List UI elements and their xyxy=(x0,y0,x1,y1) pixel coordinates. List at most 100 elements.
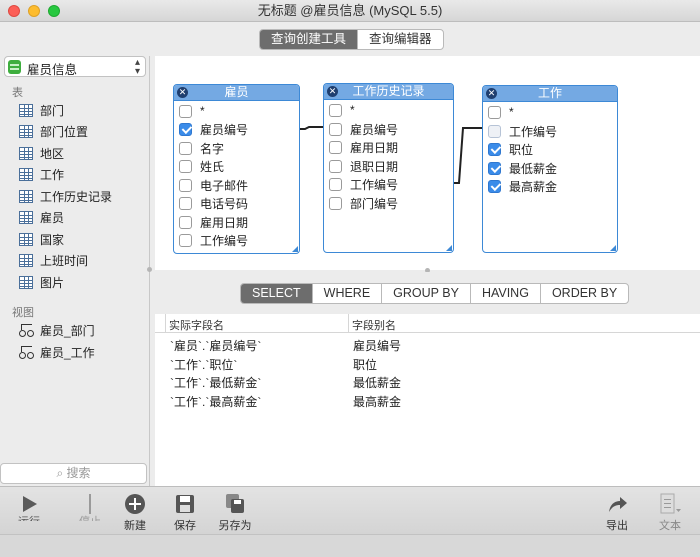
table-header[interactable]: ✕ 工作 xyxy=(483,86,617,102)
table-field[interactable]: 雇用日期 xyxy=(179,213,248,231)
field-checkbox[interactable] xyxy=(329,140,342,154)
table-field[interactable]: * xyxy=(488,103,514,121)
database-name: 雇员信息 xyxy=(27,63,78,77)
table-field[interactable]: 工作编号 xyxy=(179,231,248,249)
table-field[interactable]: 工作编号 xyxy=(329,175,398,193)
table-cell-alias[interactable]: 最低薪金 xyxy=(353,374,401,391)
query-diagram-canvas[interactable]: ✕ 雇员 * 雇员编号 名字 姓氏 电子邮件 电话号码 雇用日期 工作编号 ✕ 工作… xyxy=(155,56,700,270)
table-field[interactable]: 雇员编号 xyxy=(179,120,248,138)
table-cell-field[interactable]: `工作`.`最低薪金` xyxy=(170,374,261,391)
field-checkbox[interactable] xyxy=(329,196,342,210)
join-line-employee-history[interactable] xyxy=(299,126,323,130)
table-cell-field[interactable]: `雇员`.`雇员编号` xyxy=(170,337,261,354)
table-header[interactable]: ✕ 雇员 xyxy=(174,85,299,101)
sidebar-search-input[interactable]: ⌕ 搜索 xyxy=(0,463,147,484)
diagram-table-job-history[interactable]: ✕ 工作历史记录 * 雇员编号 雇用日期 退职日期 工作编号 部门编号 xyxy=(323,83,454,253)
field-checkbox[interactable] xyxy=(329,122,342,136)
table-header[interactable]: ✕ 工作历史记录 xyxy=(324,84,453,100)
table-cell-field[interactable]: `工作`.`最高薪金` xyxy=(170,393,261,410)
tab-group-by[interactable]: GROUP BY xyxy=(381,284,470,303)
table-field[interactable]: 最低薪金 xyxy=(488,159,557,177)
close-window-button[interactable] xyxy=(8,5,20,17)
field-checkbox[interactable] xyxy=(179,159,192,173)
sidebar-item-table[interactable]: 部门位置 xyxy=(19,121,88,141)
table-header-row: 实际字段名 字段别名 xyxy=(155,314,700,333)
field-checkbox[interactable] xyxy=(179,141,192,155)
tab-query-builder[interactable]: 查询创建工具 xyxy=(260,30,358,49)
sidebar-item-table[interactable]: 工作历史记录 xyxy=(19,186,112,206)
sidebar-item-view[interactable]: 雇员_部门 xyxy=(19,320,95,340)
stop-button[interactable]: 停止 xyxy=(78,491,102,521)
save-as-button[interactable]: 另存为 xyxy=(214,491,256,533)
join-line-history-job[interactable] xyxy=(453,127,482,184)
field-checkbox[interactable] xyxy=(488,124,501,138)
field-checkbox[interactable] xyxy=(329,103,342,117)
field-checkbox[interactable] xyxy=(179,178,192,192)
sidebar-item-table[interactable]: 图片 xyxy=(19,272,64,292)
new-button[interactable]: 新建 xyxy=(118,491,152,533)
field-checkbox[interactable] xyxy=(488,179,501,193)
table-field[interactable]: 电子邮件 xyxy=(179,176,248,194)
field-checkbox[interactable] xyxy=(179,104,192,118)
table-field[interactable]: 姓氏 xyxy=(179,157,224,175)
table-cell-alias[interactable]: 最高薪金 xyxy=(353,393,401,410)
field-checkbox[interactable] xyxy=(179,196,192,210)
table-field[interactable]: 名字 xyxy=(179,139,224,157)
table-field[interactable]: 职位 xyxy=(488,140,533,158)
diagram-table-employee[interactable]: ✕ 雇员 * 雇员编号 名字 姓氏 电子邮件 电话号码 雇用日期 工作编号 xyxy=(173,84,300,254)
field-checkbox[interactable] xyxy=(488,105,501,119)
field-checkbox[interactable] xyxy=(179,233,192,247)
table-cell-alias[interactable]: 职位 xyxy=(353,356,377,373)
resize-handle[interactable] xyxy=(446,245,452,251)
select-fields-table[interactable]: 实际字段名 字段别名 `雇员`.`雇员编号` 雇员编号 `工作`.`职位` 职位… xyxy=(155,314,700,486)
sidebar-item-view[interactable]: 雇员_工作 xyxy=(19,342,95,362)
sidebar-item-table[interactable]: 国家 xyxy=(19,229,64,249)
tab-having[interactable]: HAVING xyxy=(469,284,540,303)
database-selector[interactable]: 雇员信息 ▴ ▾ xyxy=(4,56,146,77)
minimize-window-button[interactable] xyxy=(28,5,40,17)
table-field[interactable]: 退职日期 xyxy=(329,157,398,175)
text-format-button[interactable]: 文本 xyxy=(652,491,688,533)
sidebar-item-table[interactable]: 工作 xyxy=(19,164,64,184)
field-checkbox[interactable] xyxy=(179,122,192,136)
table-field[interactable]: * xyxy=(329,101,355,119)
field-checkbox[interactable] xyxy=(488,161,501,175)
field-checkbox[interactable] xyxy=(329,177,342,191)
close-table-icon[interactable]: ✕ xyxy=(486,88,497,99)
close-table-icon[interactable]: ✕ xyxy=(177,87,188,98)
column-header-alias[interactable]: 字段别名 xyxy=(352,317,396,333)
table-cell-field[interactable]: `工作`.`职位` xyxy=(170,356,237,373)
zoom-window-button[interactable] xyxy=(48,5,60,17)
column-divider xyxy=(165,314,166,333)
table-field[interactable]: * xyxy=(179,102,205,120)
table-field[interactable]: 雇用日期 xyxy=(329,138,398,156)
resize-handle[interactable] xyxy=(292,246,298,252)
close-table-icon[interactable]: ✕ xyxy=(327,86,338,97)
sidebar-item-table[interactable]: 雇员 xyxy=(19,207,64,227)
sidebar-item-table[interactable]: 地区 xyxy=(19,143,64,163)
resize-handle[interactable] xyxy=(610,245,616,251)
export-arrow-icon xyxy=(600,491,634,517)
tab-order-by[interactable]: ORDER BY xyxy=(539,284,628,303)
window-title: 无标题 @雇员信息 (MySQL 5.5) xyxy=(257,3,443,18)
field-checkbox[interactable] xyxy=(488,142,501,156)
field-checkbox[interactable] xyxy=(179,215,192,229)
table-field[interactable]: 电话号码 xyxy=(179,194,248,212)
tab-query-editor[interactable]: 查询编辑器 xyxy=(357,30,443,49)
column-divider[interactable] xyxy=(348,314,349,333)
table-field[interactable]: 工作编号 xyxy=(488,122,557,140)
run-button[interactable]: 运行 xyxy=(12,491,46,521)
sidebar-item-table[interactable]: 上班时间 xyxy=(19,250,88,270)
table-field[interactable]: 部门编号 xyxy=(329,194,398,212)
table-field[interactable]: 雇员编号 xyxy=(329,120,398,138)
diagram-table-job[interactable]: ✕ 工作 * 工作编号 职位 最低薪金 最高薪金 xyxy=(482,85,618,253)
tab-select[interactable]: SELECT xyxy=(241,284,312,303)
table-field[interactable]: 最高薪金 xyxy=(488,177,557,195)
save-button[interactable]: 保存 xyxy=(168,491,202,533)
column-header-field[interactable]: 实际字段名 xyxy=(169,317,224,333)
export-button[interactable]: 导出 xyxy=(600,491,634,533)
field-checkbox[interactable] xyxy=(329,159,342,173)
sidebar-item-table[interactable]: 部门 xyxy=(19,100,64,120)
tab-where[interactable]: WHERE xyxy=(311,284,382,303)
table-cell-alias[interactable]: 雇员编号 xyxy=(353,337,401,354)
